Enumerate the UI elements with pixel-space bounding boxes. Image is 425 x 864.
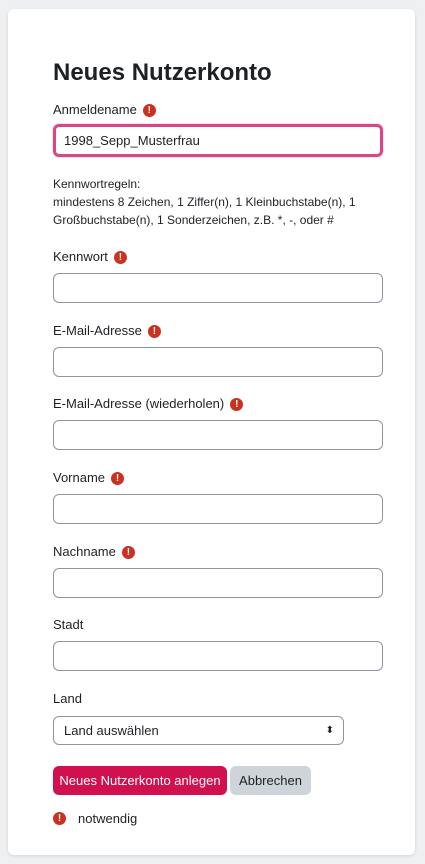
password-label: Kennwort !: [53, 249, 127, 265]
country-selected-value: Land auswählen: [64, 723, 159, 738]
page-title: Neues Nutzerkonto: [53, 59, 272, 86]
city-label: Stadt: [53, 617, 83, 633]
country-label: Land: [53, 691, 82, 707]
password-label-text: Kennwort: [53, 249, 108, 264]
required-icon: !: [111, 471, 125, 485]
create-account-button[interactable]: Neues Nutzerkonto anlegen: [53, 766, 227, 795]
required-icon: !: [230, 397, 244, 411]
required-icon: !: [121, 545, 135, 559]
required-icon: !: [113, 250, 127, 264]
required-icon: !: [142, 103, 156, 117]
lastname-input[interactable]: [53, 568, 383, 598]
password-input[interactable]: [53, 273, 383, 303]
email-label: E-Mail-Adresse !: [53, 323, 161, 339]
city-label-text: Stadt: [53, 617, 84, 632]
required-icon: !: [147, 324, 161, 338]
firstname-label: Vorname !: [53, 470, 125, 486]
select-arrows-icon: ⬍: [325, 725, 334, 736]
firstname-input[interactable]: [53, 494, 383, 524]
username-input[interactable]: [53, 124, 383, 157]
email-repeat-label-text: E-Mail-Adresse (wiederholen): [53, 396, 225, 411]
required-icon: !: [53, 812, 66, 825]
password-rules-text: mindestens 8 Zeichen, 1 Ziffer(n), 1 Kle…: [53, 195, 356, 227]
email-input[interactable]: [53, 347, 383, 377]
cancel-button[interactable]: Abbrechen: [230, 766, 311, 795]
email-repeat-label: E-Mail-Adresse (wiederholen) !: [53, 396, 244, 412]
username-label-text: Anmeldename: [53, 102, 137, 117]
required-legend-text: notwendig: [78, 811, 138, 826]
required-legend: ! notwendig: [53, 811, 137, 826]
lastname-label-text: Nachname: [53, 544, 116, 559]
username-label: Anmeldename !: [53, 102, 156, 118]
signup-card: Neues Nutzerkonto Anmeldename ! Kennwort…: [8, 9, 415, 855]
email-label-text: E-Mail-Adresse: [53, 323, 142, 338]
password-rules-heading: Kennwortregeln:: [53, 177, 141, 191]
country-label-text: Land: [53, 691, 82, 706]
email-repeat-input[interactable]: [53, 420, 383, 450]
country-select[interactable]: Land auswählen ⬍: [53, 716, 344, 745]
firstname-label-text: Vorname: [53, 470, 106, 485]
password-rules: Kennwortregeln: mindestens 8 Zeichen, 1 …: [53, 175, 383, 229]
lastname-label: Nachname !: [53, 544, 135, 560]
city-input[interactable]: [53, 641, 383, 671]
